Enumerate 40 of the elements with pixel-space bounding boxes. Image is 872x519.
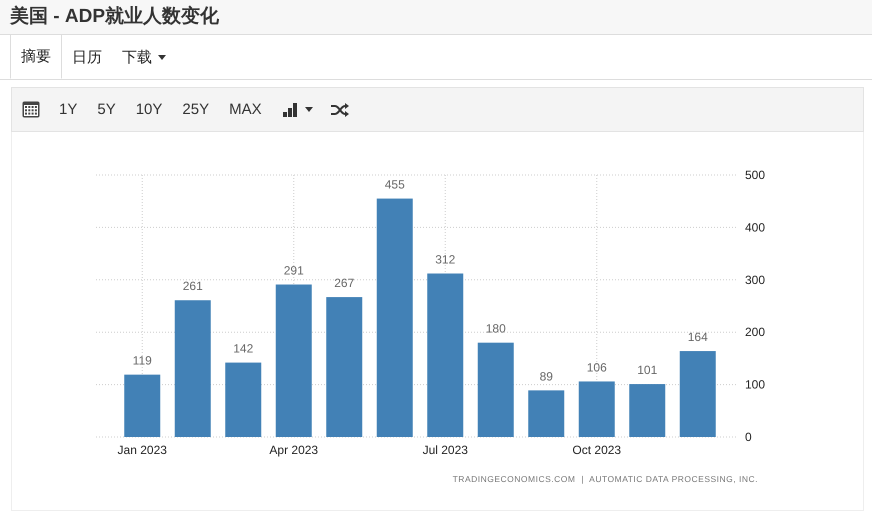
value-label: 106 bbox=[586, 360, 607, 374]
tab[interactable]: 下载 bbox=[112, 35, 176, 79]
axis-label: Jan 2023 bbox=[118, 443, 167, 457]
source-credit: TRADINGECONOMICS.COM | AUTOMATIC DATA PROCESSING, INC. bbox=[452, 474, 758, 484]
range-button[interactable]: 5Y bbox=[88, 97, 125, 122]
value-label: 267 bbox=[334, 276, 354, 290]
tab[interactable]: 日历 bbox=[62, 35, 112, 79]
bar bbox=[629, 384, 666, 437]
range-button[interactable]: 1Y bbox=[50, 97, 86, 122]
axis-label: Jul 2023 bbox=[422, 443, 468, 457]
bar bbox=[124, 374, 160, 437]
value-label: 291 bbox=[284, 264, 304, 278]
value-label: 312 bbox=[435, 252, 456, 266]
axis-label: 400 bbox=[745, 220, 766, 234]
axis-label: 0 bbox=[745, 430, 752, 444]
axis-label: 200 bbox=[745, 325, 766, 340]
range-button[interactable]: 10Y bbox=[126, 97, 172, 122]
value-label: 142 bbox=[233, 342, 254, 356]
bar bbox=[578, 381, 615, 437]
value-label: 455 bbox=[384, 178, 405, 192]
bar-chart-icon bbox=[282, 102, 299, 116]
calendar-icon[interactable] bbox=[22, 101, 40, 118]
value-label: 101 bbox=[637, 363, 658, 378]
shuffle-icon[interactable] bbox=[330, 102, 349, 116]
axis-label: Oct 2023 bbox=[572, 443, 622, 457]
axis-label: Apr 2023 bbox=[269, 443, 318, 457]
value-label: 164 bbox=[688, 330, 708, 344]
bar bbox=[528, 390, 564, 437]
axis-label: 100 bbox=[745, 378, 766, 392]
value-label: 261 bbox=[182, 279, 203, 294]
axis-label: 300 bbox=[745, 272, 766, 287]
page-title: 美国 - ADP就业人数变化 bbox=[0, 0, 872, 35]
tab[interactable]: 摘要 bbox=[10, 35, 62, 79]
range-button[interactable]: 25Y bbox=[173, 97, 218, 122]
range-button[interactable]: MAX bbox=[220, 97, 271, 122]
axis-label: 500 bbox=[745, 168, 766, 182]
value-label: 89 bbox=[540, 369, 553, 384]
value-label: 180 bbox=[486, 322, 506, 336]
caret-icon bbox=[304, 107, 313, 112]
value-label: 119 bbox=[132, 354, 152, 368]
